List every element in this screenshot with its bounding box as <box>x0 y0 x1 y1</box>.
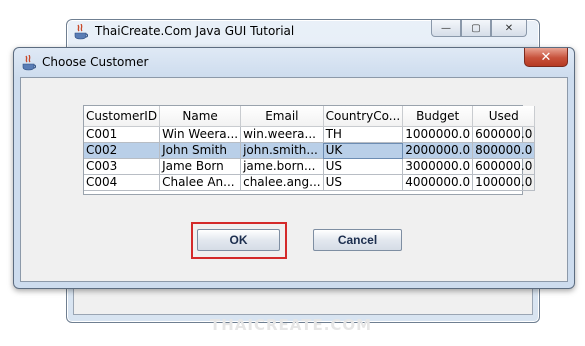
table-row-selected[interactable]: C002 John Smith john.smith... UK 2000000… <box>84 142 536 159</box>
column-header[interactable]: CustomerID <box>84 106 161 127</box>
background-window-controls: — ▢ ✕ <box>431 20 527 38</box>
table-cell[interactable]: chalee.ang... <box>240 174 324 191</box>
close-button[interactable]: ✕ <box>491 20 527 37</box>
table-cell[interactable]: C004 <box>84 174 161 191</box>
table-cell[interactable]: 600000.0 <box>472 126 536 143</box>
java-app-icon <box>22 55 36 71</box>
table-cell-focused[interactable]: UK <box>323 142 404 159</box>
dialog-title: Choose Customer <box>42 55 149 69</box>
table-cell[interactable]: C002 <box>84 142 161 159</box>
column-header[interactable]: Used <box>472 106 536 127</box>
table-cell[interactable]: Win Weera... <box>159 126 242 143</box>
table-cell[interactable]: 1000000.0 <box>402 126 474 143</box>
table-cell[interactable]: 800000.0 <box>472 142 536 159</box>
background-window-title: ThaiCreate.Com Java GUI Tutorial <box>95 24 295 38</box>
cancel-button[interactable]: Cancel <box>313 229 402 251</box>
table-cell[interactable]: 3000000.0 <box>402 158 474 175</box>
table-cell[interactable]: US <box>323 158 404 175</box>
table-header-row: CustomerID Name Email CountryCo... Budge… <box>84 106 536 127</box>
column-header[interactable]: Name <box>159 106 242 127</box>
column-header[interactable]: CountryCo... <box>323 106 404 127</box>
table-cell[interactable]: john.smith... <box>240 142 324 159</box>
dialog-close-button[interactable]: ✕ <box>524 48 568 67</box>
table-cell[interactable]: C003 <box>84 158 161 175</box>
table-cell[interactable]: C001 <box>84 126 161 143</box>
table-cell[interactable]: win.weera... <box>240 126 324 143</box>
customer-table[interactable]: CustomerID Name Email CountryCo... Budge… <box>83 105 536 195</box>
column-header[interactable]: Budget <box>402 106 474 127</box>
table-cell[interactable]: TH <box>323 126 404 143</box>
watermark: THAICREATE.COM <box>210 316 373 334</box>
table-cell[interactable]: 100000.0 <box>472 174 536 191</box>
table-cell[interactable]: 600000.0 <box>472 158 536 175</box>
minimize-button[interactable]: — <box>431 20 461 37</box>
maximize-button[interactable]: ▢ <box>461 20 491 37</box>
table-row[interactable]: C003 Jame Born jame.born... US 3000000.0… <box>84 158 536 175</box>
table-cell[interactable]: Chalee An... <box>159 174 242 191</box>
table-cell[interactable]: 4000000.0 <box>402 174 474 191</box>
java-app-icon <box>74 24 88 40</box>
table-row[interactable]: C001 Win Weera... win.weera... TH 100000… <box>84 126 536 143</box>
table-cell[interactable]: 2000000.0 <box>402 142 474 159</box>
table-row[interactable]: C004 Chalee An... chalee.ang... US 40000… <box>84 174 536 191</box>
column-header[interactable]: Email <box>240 106 324 127</box>
ok-button[interactable]: OK <box>197 229 280 251</box>
table-cell[interactable]: jame.born... <box>240 158 324 175</box>
table-cell[interactable]: US <box>323 174 404 191</box>
table-cell[interactable]: Jame Born <box>159 158 242 175</box>
background-window-client <box>73 288 533 315</box>
table-cell[interactable]: John Smith <box>159 142 242 159</box>
